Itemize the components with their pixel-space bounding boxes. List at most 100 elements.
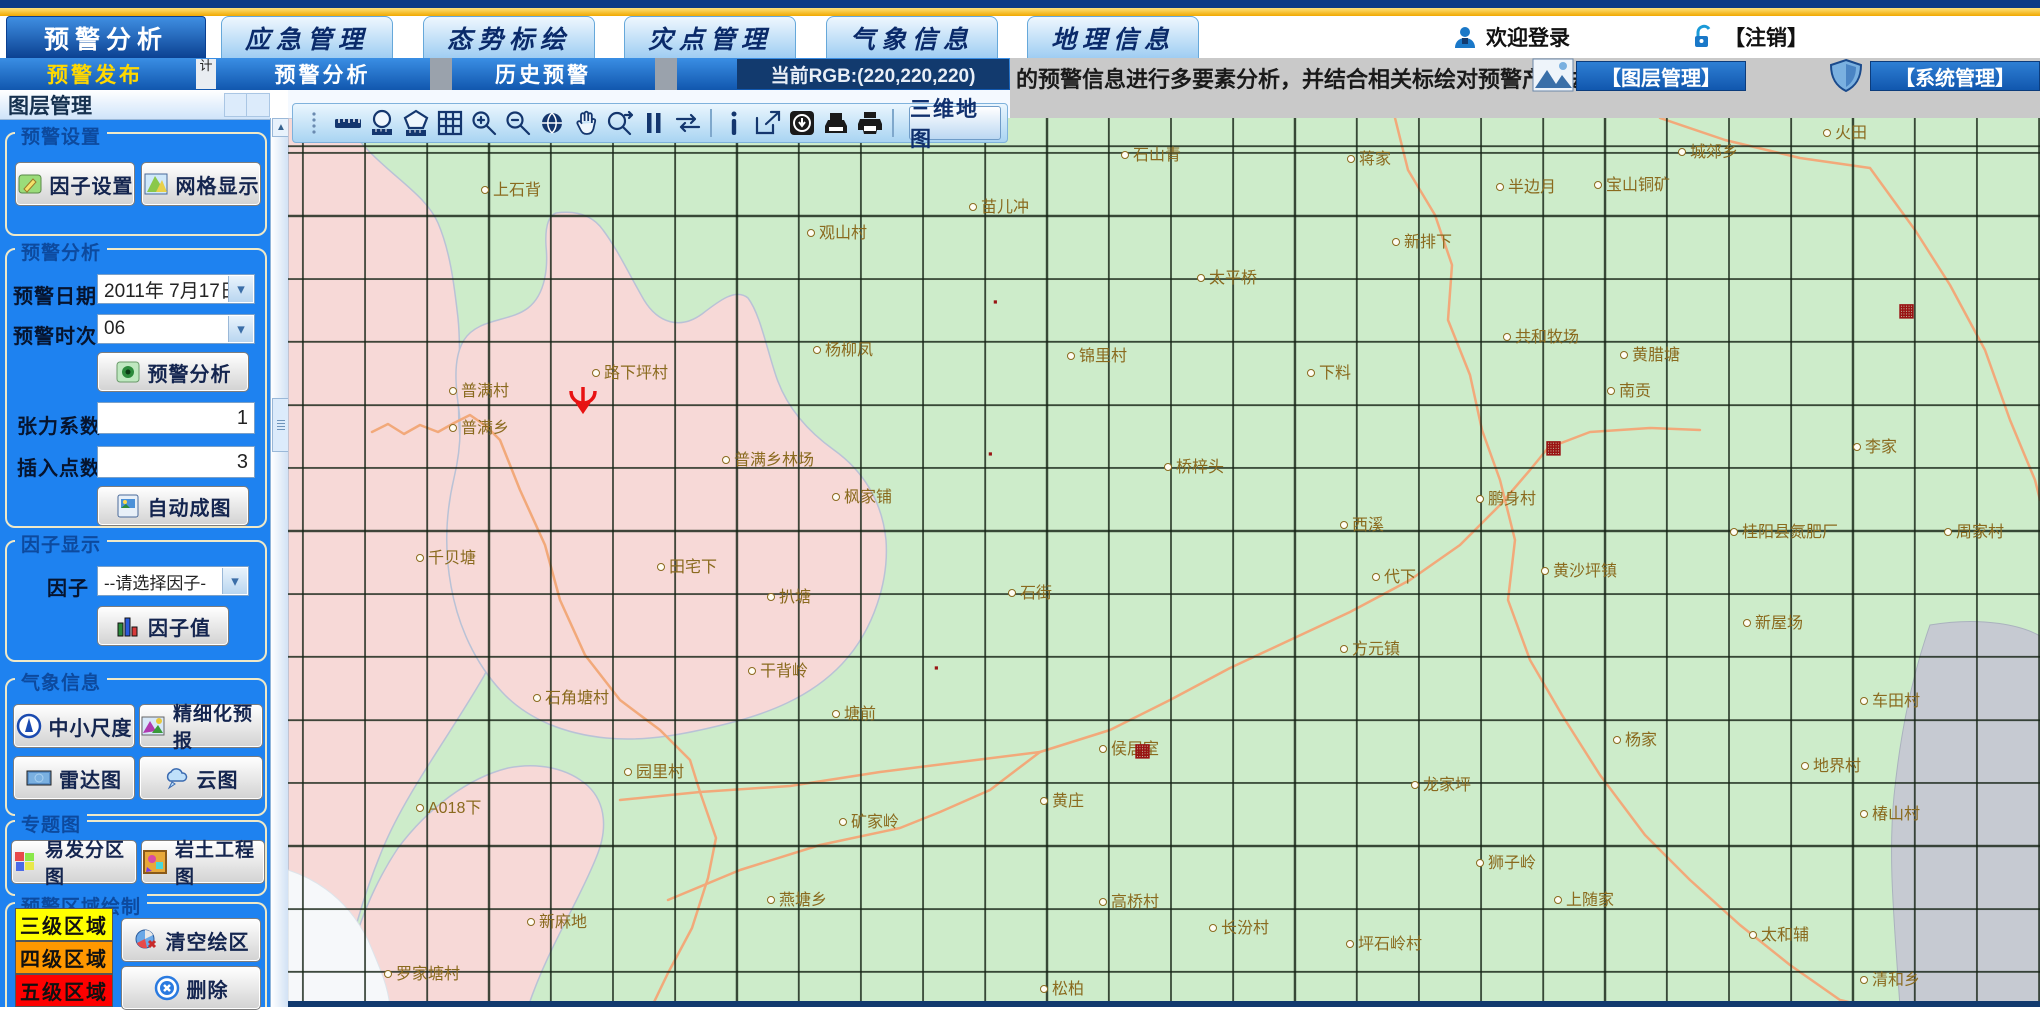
zoom-in-icon[interactable]: [469, 108, 499, 138]
tab-气象信息[interactable]: 气象信息: [826, 16, 998, 59]
measure-circle-icon[interactable]: [367, 108, 397, 138]
factor-value-button[interactable]: 因子值: [97, 606, 229, 646]
sidebar-scrollbar[interactable]: ▲: [270, 118, 289, 1007]
place-marker-icon: [1613, 736, 1621, 744]
factor-select[interactable]: --请选择因子- ▾: [97, 566, 249, 596]
map-label-锦里村: 锦里村: [1067, 342, 1127, 366]
tab-灾点管理[interactable]: 灾点管理: [624, 16, 796, 59]
place-marker-icon: [1749, 931, 1757, 939]
place-marker-icon: [1823, 129, 1831, 137]
welcome-login[interactable]: 欢迎登录: [1452, 22, 1570, 52]
删除-button[interactable]: 删除: [121, 966, 261, 1010]
chevron-down-icon[interactable]: ▾: [228, 316, 253, 342]
place-marker-icon: [1554, 896, 1562, 904]
auto-map-button[interactable]: 自动成图: [97, 486, 249, 526]
map-label-蒋家: 蒋家: [1347, 145, 1391, 169]
print-preview-icon[interactable]: [821, 108, 851, 138]
main-tab-bar: 欢迎登录 【注销】 预警分析应急管理态势标绘灾点管理气象信息地理信息: [0, 16, 2040, 58]
measure-distance-icon[interactable]: [333, 108, 363, 138]
chevron-down-icon[interactable]: ▾: [222, 568, 247, 594]
save-icon[interactable]: [787, 108, 817, 138]
map-label-新麻地: 新麻地: [527, 908, 587, 932]
place-marker-icon: [481, 186, 489, 194]
description-band: 的预警信息进行多要素分析，并结合相关标绘对预警产品进行编 【图层管理】 【系统管…: [1010, 58, 2040, 118]
pan-icon[interactable]: [571, 108, 601, 138]
map-label-西溪: 西溪: [1340, 511, 1384, 535]
网格显示-button[interactable]: 网格显示: [141, 162, 261, 206]
place-marker-icon: [1164, 463, 1172, 471]
place-marker-icon: [767, 593, 775, 601]
identify-icon[interactable]: [719, 108, 749, 138]
岩土工程图-button[interactable]: 岩土工程图: [141, 840, 265, 884]
current-rgb-indicator: 当前RGB:(220,220,220): [737, 59, 1009, 89]
print-icon[interactable]: [855, 108, 885, 138]
legend-五级区域[interactable]: 五级区域: [15, 974, 113, 1007]
map-label-桂阳县氮肥厂: 桂阳县氮肥厂: [1730, 518, 1838, 542]
points-input[interactable]: 3: [97, 446, 255, 478]
map-3d-button[interactable]: 三维地图: [909, 106, 1001, 140]
tab-预警分析[interactable]: 预警分析: [6, 16, 206, 59]
place-marker-icon: [722, 456, 730, 464]
精细化预报-button[interactable]: 精细化预报: [139, 704, 263, 748]
points-label: 插入点数: [17, 452, 101, 481]
group-warning-analysis: 预警分析 预警日期 2011年 7月17日 ▾ 预警时次 06 ▾ 预警分析 张…: [5, 248, 267, 528]
map-label-坪石岭村: 坪石岭村: [1346, 930, 1422, 954]
tab-态势标绘[interactable]: 态势标绘: [423, 16, 595, 59]
subtab-历史预警[interactable]: 历史预警: [478, 58, 608, 90]
analyze-button[interactable]: 预警分析: [97, 352, 249, 392]
full-extent-icon[interactable]: [537, 108, 567, 138]
subtab-预警发布[interactable]: 预警发布: [25, 58, 165, 90]
tension-input[interactable]: 1: [97, 402, 255, 434]
place-marker-icon: [1860, 697, 1868, 705]
sidebar-header: 图层管理: [0, 90, 270, 120]
map-toolbar: 三维地图: [292, 103, 1008, 143]
tab-应急管理[interactable]: 应急管理: [221, 16, 393, 59]
cloud-icon: [164, 765, 190, 791]
因子设置-button[interactable]: 因子设置: [15, 162, 135, 206]
清空绘区-button[interactable]: 清空绘区: [121, 918, 261, 962]
radar-icon: [26, 765, 52, 791]
tab-地理信息[interactable]: 地理信息: [1027, 16, 1199, 59]
refresh-icon[interactable]: [673, 108, 703, 138]
map-label-园里村: 园里村: [624, 758, 684, 782]
group-title: 专题图: [15, 810, 87, 837]
measure-polygon-icon[interactable]: [401, 108, 431, 138]
export-icon[interactable]: [753, 108, 783, 138]
易发分区图-button[interactable]: 易发分区图: [11, 840, 137, 884]
place-marker-icon: [527, 918, 535, 926]
中小尺度-button[interactable]: 中小尺度: [13, 704, 135, 748]
drag-handle-icon[interactable]: [299, 108, 329, 138]
legend-四级区域[interactable]: 四级区域: [15, 941, 113, 974]
date-label: 预警日期: [13, 280, 97, 309]
雷达图-button[interactable]: 雷达图: [13, 756, 135, 800]
mine-symbol-large: ▦: [1545, 438, 1562, 456]
toolbar-separator: [710, 109, 712, 137]
zoom-out-icon[interactable]: [503, 108, 533, 138]
map-label-火田: 火田: [1823, 119, 1867, 143]
subtab-预警分析[interactable]: 预警分析: [255, 58, 390, 90]
map-label-狮子岭: 狮子岭: [1476, 849, 1536, 873]
mine-symbol-small: ▪: [934, 661, 939, 674]
pause-icon[interactable]: [639, 108, 669, 138]
grid-icon[interactable]: [435, 108, 465, 138]
zoom-prev-icon[interactable]: [605, 108, 635, 138]
legend-三级区域[interactable]: 三级区域: [15, 908, 113, 941]
map-label-扒塘: 扒塘: [767, 583, 811, 607]
map-label-新屋场: 新屋场: [1743, 609, 1803, 633]
map-label-杨柳凤: 杨柳凤: [813, 336, 873, 360]
meso-scale-icon: [16, 713, 42, 739]
warning-time-select[interactable]: 06 ▾: [97, 314, 255, 344]
layer-manager-button[interactable]: 【图层管理】: [1576, 61, 1746, 91]
map-canvas[interactable]: 上石背石山青苗儿冲蒋家城郊乡半边月宝山铜矿火田观山村新排下太平桥杨柳凤锦里村共和…: [288, 118, 2040, 1007]
place-marker-icon: [1067, 352, 1075, 360]
map-label-李家: 李家: [1853, 433, 1897, 457]
place-marker-icon: [1496, 183, 1504, 191]
map-label-车田村: 车田村: [1860, 687, 1920, 711]
grid-display-icon: [143, 171, 169, 197]
warning-date-select[interactable]: 2011年 7月17日 ▾: [97, 274, 255, 304]
chevron-down-icon[interactable]: ▾: [228, 276, 253, 302]
system-manager-button[interactable]: 【系统管理】: [1870, 61, 2040, 91]
云图-button[interactable]: 云图: [139, 756, 263, 800]
map-label-矿家岭: 矿家岭: [839, 808, 899, 832]
logout-button[interactable]: 【注销】: [1690, 22, 1808, 52]
